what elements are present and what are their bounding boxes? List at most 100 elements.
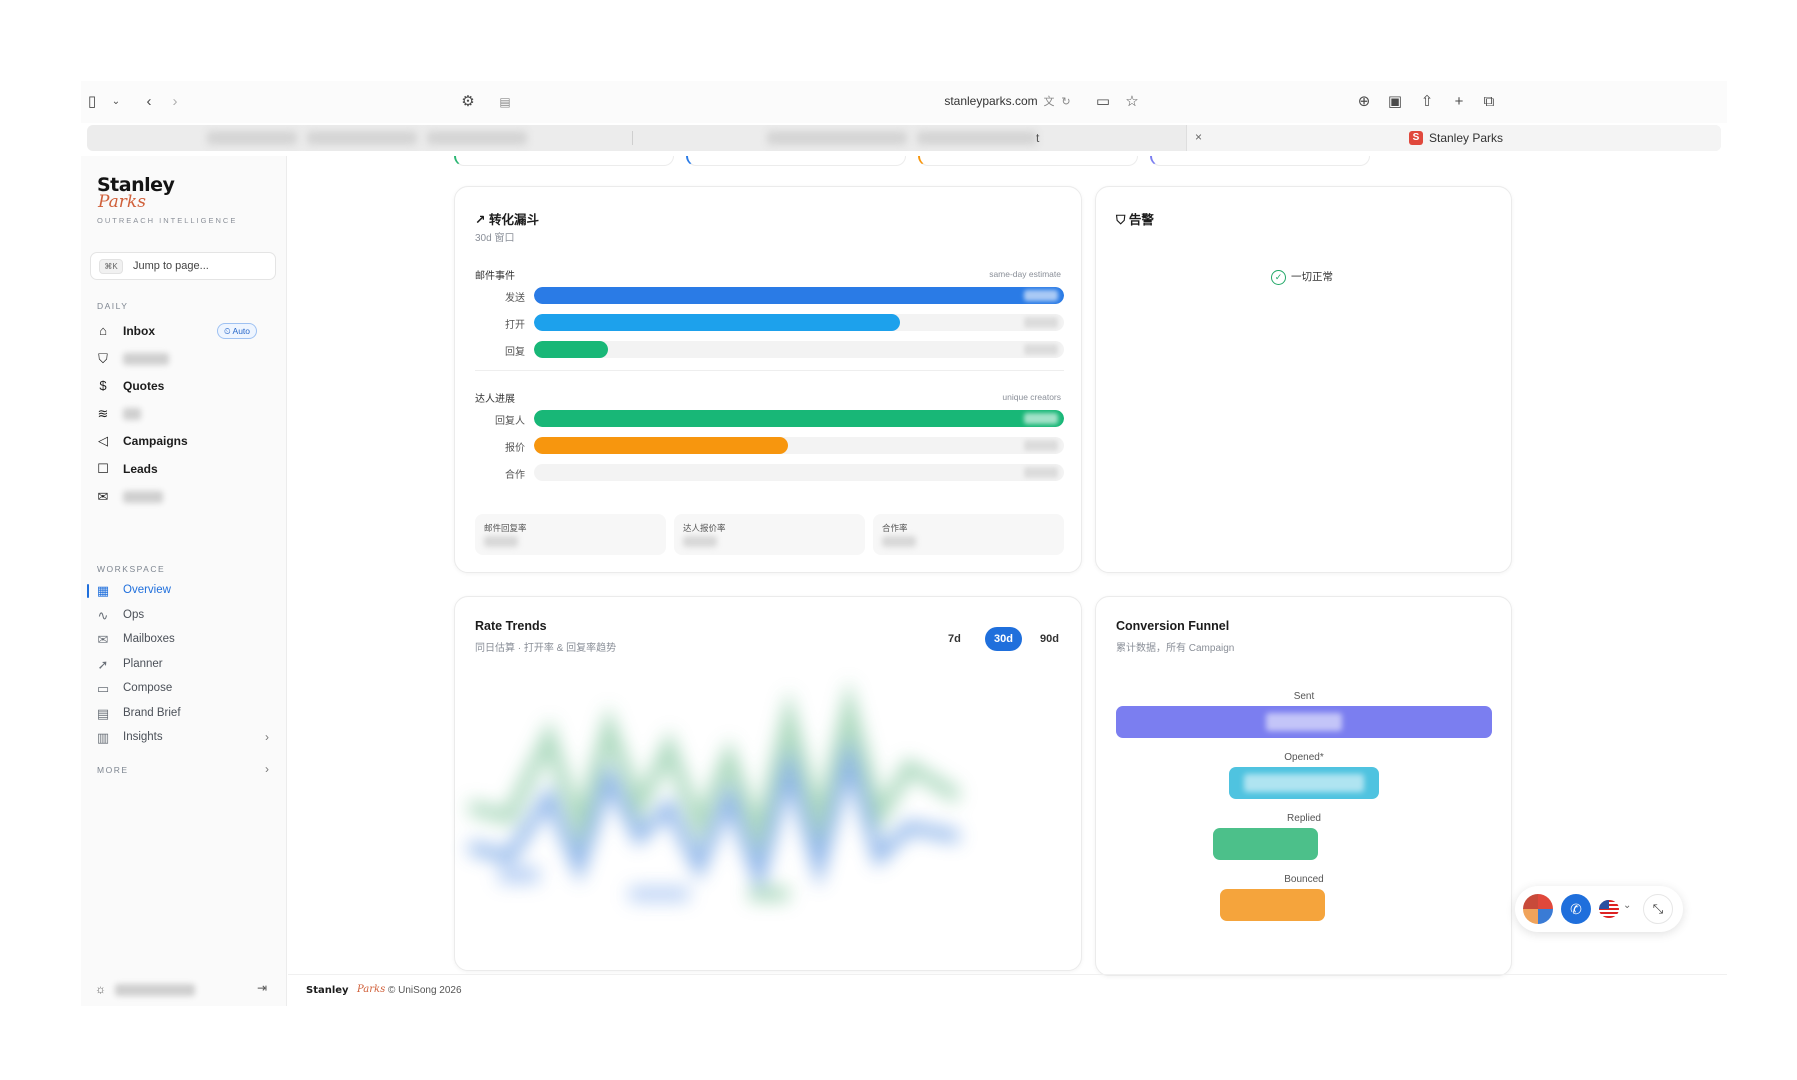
card-title-text: 转化漏斗 (488, 213, 539, 227)
sidebar-item-label: Ops (123, 609, 145, 621)
sidebar-item-brand-brief[interactable]: ▤ Brand Brief (95, 703, 277, 725)
forward-arrow-icon[interactable]: › (164, 92, 186, 112)
card-subtitle: 30d 窗口 (475, 233, 515, 244)
quote-icon: $ (99, 378, 107, 393)
sidebar-item-label: Planner (123, 658, 163, 670)
sidebar-item-mailboxes[interactable]: ✉ Mailboxes (95, 629, 277, 651)
logo-script[interactable]: Parks (98, 192, 146, 212)
sidebar-item-inbox[interactable]: ⌂ Inbox ⏲ Auto (95, 320, 277, 342)
sidebar-item-layers[interactable]: ≋ (95, 403, 277, 425)
mailbox-icon: ✉ (97, 632, 109, 647)
sidebar-item-planner[interactable]: ➚ Planner (95, 654, 277, 676)
bar-value (1024, 317, 1058, 328)
bar-track (534, 341, 1064, 358)
blurred-label (123, 353, 169, 365)
funnel-stage-bar (1229, 767, 1379, 799)
print-icon[interactable]: ▣ (1384, 92, 1406, 112)
sidebar-item-leads[interactable]: ☐ Leads (95, 458, 277, 480)
card-title: ↗ 转化漏斗 (475, 209, 539, 228)
us-flag-icon[interactable] (1599, 900, 1619, 918)
grid-icon: ▦ (96, 583, 110, 598)
contact-icon: ☐ (97, 461, 109, 476)
back-arrow-icon[interactable]: ‹ (138, 92, 160, 112)
sidebar-item-label: Leads (123, 462, 158, 476)
chevron-down-icon[interactable]: ⌄ (105, 92, 127, 112)
sidebar-item-label: Campaigns (123, 434, 188, 448)
tab-blurred[interactable] (427, 131, 527, 145)
rocket-icon: ➚ (97, 657, 109, 672)
compose-icon: ▭ (96, 681, 110, 696)
avatar[interactable] (1523, 894, 1553, 924)
stat-value (484, 536, 518, 547)
reader-icon[interactable]: ▤ (494, 92, 516, 112)
section-label-daily: DAILY (97, 301, 129, 311)
sidebar-item-insights[interactable]: ▥ Insights › (95, 727, 277, 749)
address-bar[interactable]: stanleyparks.com (861, 94, 1121, 108)
funnel-stage-bar (1220, 889, 1325, 921)
sidebar-item-campaigns[interactable]: ◁ Campaigns (95, 430, 277, 452)
stat-card: 达人报价率 (674, 514, 865, 555)
bar-track (534, 287, 1064, 304)
tab-blurred[interactable] (307, 131, 417, 145)
sun-icon[interactable]: ☼ (95, 982, 106, 996)
logout-icon[interactable]: ⇥ (257, 981, 267, 995)
range-90d[interactable]: 90d (1031, 627, 1068, 651)
close-icon[interactable]: × (1195, 130, 1202, 144)
range-7d[interactable]: 7d (939, 627, 970, 651)
sidebar-item-ops[interactable]: ∿ Ops (95, 605, 277, 627)
sidebar-item-label: Quotes (123, 379, 165, 393)
chevron-down-icon[interactable]: ⌄ (1623, 900, 1631, 911)
gear-icon[interactable]: ⚙ (457, 92, 479, 112)
sidebar-item-compose[interactable]: ▭ Compose (95, 678, 277, 700)
card-peek (1150, 156, 1370, 166)
tab-blurred[interactable] (767, 131, 907, 145)
blurred-user (115, 984, 195, 996)
divider (475, 370, 1064, 371)
page-footer: Stanley Parks © UniSong 2026 (288, 974, 1727, 1006)
sidebar-item-shield[interactable]: ⛉ (95, 348, 277, 370)
sidebar-item-mail[interactable]: ✉ (95, 486, 277, 508)
section-label-more: MORE (97, 765, 129, 775)
shield-icon: ⛉ (1116, 213, 1126, 227)
sidebar-item-quotes[interactable]: $ Quotes (95, 375, 277, 397)
favicon-icon: S (1409, 131, 1423, 145)
tab-blurred[interactable] (917, 131, 1037, 145)
bar-value (1024, 413, 1058, 424)
bar-value (1024, 467, 1058, 478)
call-widget: ✆ ⌄ ⤡ (1515, 886, 1683, 932)
sidebar-item-label: Insights (123, 731, 163, 743)
tab-bar: × S Stanley Parks (87, 125, 1721, 151)
bar-fill (534, 410, 1064, 427)
sidebar-item-overview[interactable]: ▦ Overview (95, 580, 277, 602)
minimize-icon[interactable]: ⤡ (1643, 894, 1673, 924)
tab-blurred[interactable] (207, 131, 297, 145)
card-title-text: 告警 (1128, 213, 1154, 227)
funnel-stages: Sent Opened* Replied Bounced (1116, 597, 1492, 977)
tab-active[interactable]: × S Stanley Parks (1186, 125, 1721, 151)
bar-value (1024, 290, 1058, 301)
funnel-cn-card: ↗ 转化漏斗 30d 窗口 邮件事件 same-day estimate 发送 … (454, 186, 1082, 573)
phone-icon[interactable]: ✆ (1561, 894, 1591, 924)
funnel-stage-label: Sent (1293, 691, 1315, 702)
download-icon[interactable]: ⊕ (1353, 92, 1375, 112)
share-icon[interactable]: ⇧ (1416, 92, 1438, 112)
funnel-stage-bar (1116, 706, 1492, 738)
extension-icon[interactable]: ▭ (1092, 92, 1114, 112)
new-tab-icon[interactable]: + (1448, 92, 1470, 112)
browser-window: ▯ ⌄ ‹ › ⚙ ▤ stanleyparks.com 文 ↻ ▭ ☆ ⊕ ▣… (81, 81, 1727, 1006)
range-30d[interactable]: 30d (985, 627, 1022, 651)
sidebar-toggle-icon[interactable]: ▯ (81, 92, 103, 112)
bar-track (534, 314, 1064, 331)
jump-to-page-input[interactable]: ⌘K Jump to page... (90, 252, 276, 280)
sidebar-more-toggle[interactable]: MORE › (95, 759, 277, 781)
row-label: 回复人 (495, 416, 525, 427)
funnel-stage-label: Bounced (1284, 874, 1324, 885)
star-icon[interactable]: ☆ (1121, 92, 1143, 112)
bar-value (1024, 344, 1058, 355)
funnel-value (1244, 774, 1364, 792)
tab-overview-icon[interactable]: ⧉ (1478, 92, 1500, 112)
card-title: Rate Trends (475, 619, 547, 633)
reload-icon[interactable]: ↻ (1055, 92, 1077, 112)
auto-badge[interactable]: ⏲ Auto (217, 323, 258, 339)
jump-placeholder: Jump to page... (133, 260, 209, 272)
